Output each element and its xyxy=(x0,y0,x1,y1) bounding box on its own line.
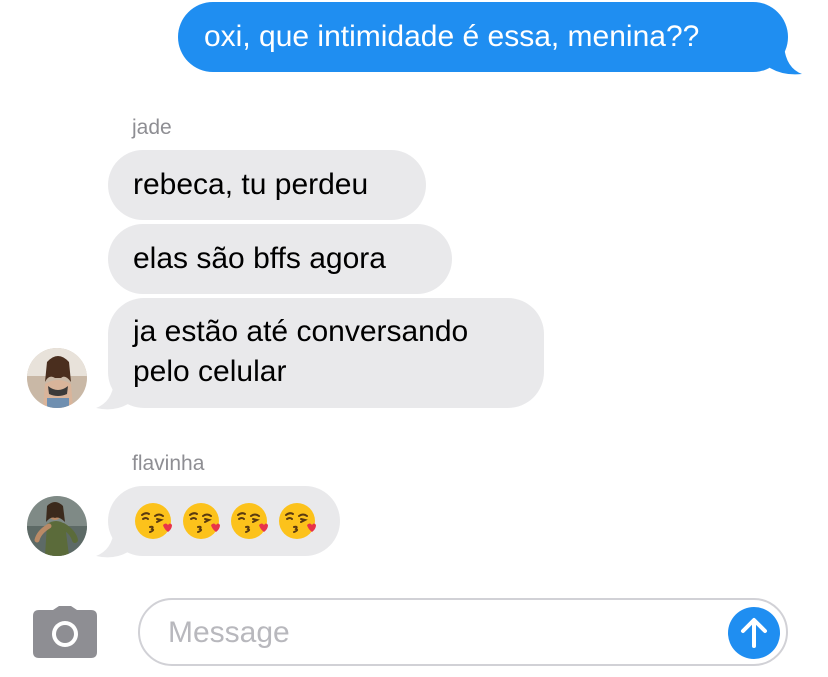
kissing-face-with-heart-emoji xyxy=(279,503,316,539)
kissing-face-with-heart-emoji xyxy=(135,503,172,539)
received-message-bubble[interactable]: rebeca, tu perdeu xyxy=(108,150,426,220)
received-message-bubble[interactable]: elas são bffs agora xyxy=(108,224,452,294)
kissing-face-with-heart-emoji xyxy=(231,503,268,539)
received-message-text: rebeca, tu perdeu xyxy=(133,168,369,201)
sender-name-flavinha: flavinha xyxy=(132,452,205,475)
arrow-up-icon xyxy=(741,618,767,648)
received-message-bubble[interactable]: ja estão até conversando pelo celular xyxy=(108,298,544,408)
received-message-text: elas são bffs agora xyxy=(133,242,386,275)
received-bubble-tail xyxy=(96,530,128,558)
send-button[interactable] xyxy=(728,607,780,659)
avatar-flavinha[interactable] xyxy=(27,496,87,556)
message-input-placeholder: Message xyxy=(168,616,290,649)
avatar-jade[interactable] xyxy=(27,348,87,408)
received-emoji-bubble[interactable] xyxy=(108,486,340,556)
sent-message-text: oxi, que intimidade é essa, menina?? xyxy=(204,20,700,53)
received-message-text-line: ja estão até conversando xyxy=(133,315,469,348)
emoji-row xyxy=(133,486,340,556)
received-bubble-tail xyxy=(96,382,128,410)
message-input[interactable]: Message xyxy=(138,598,788,666)
sent-bubble-tail xyxy=(770,46,802,75)
sender-name-jade: jade xyxy=(132,116,172,139)
sent-message-bubble[interactable]: oxi, que intimidade é essa, menina?? xyxy=(178,2,788,72)
camera-icon[interactable] xyxy=(33,606,97,658)
received-message-text-line: pelo celular xyxy=(133,355,287,388)
kissing-face-with-heart-emoji xyxy=(183,503,220,539)
